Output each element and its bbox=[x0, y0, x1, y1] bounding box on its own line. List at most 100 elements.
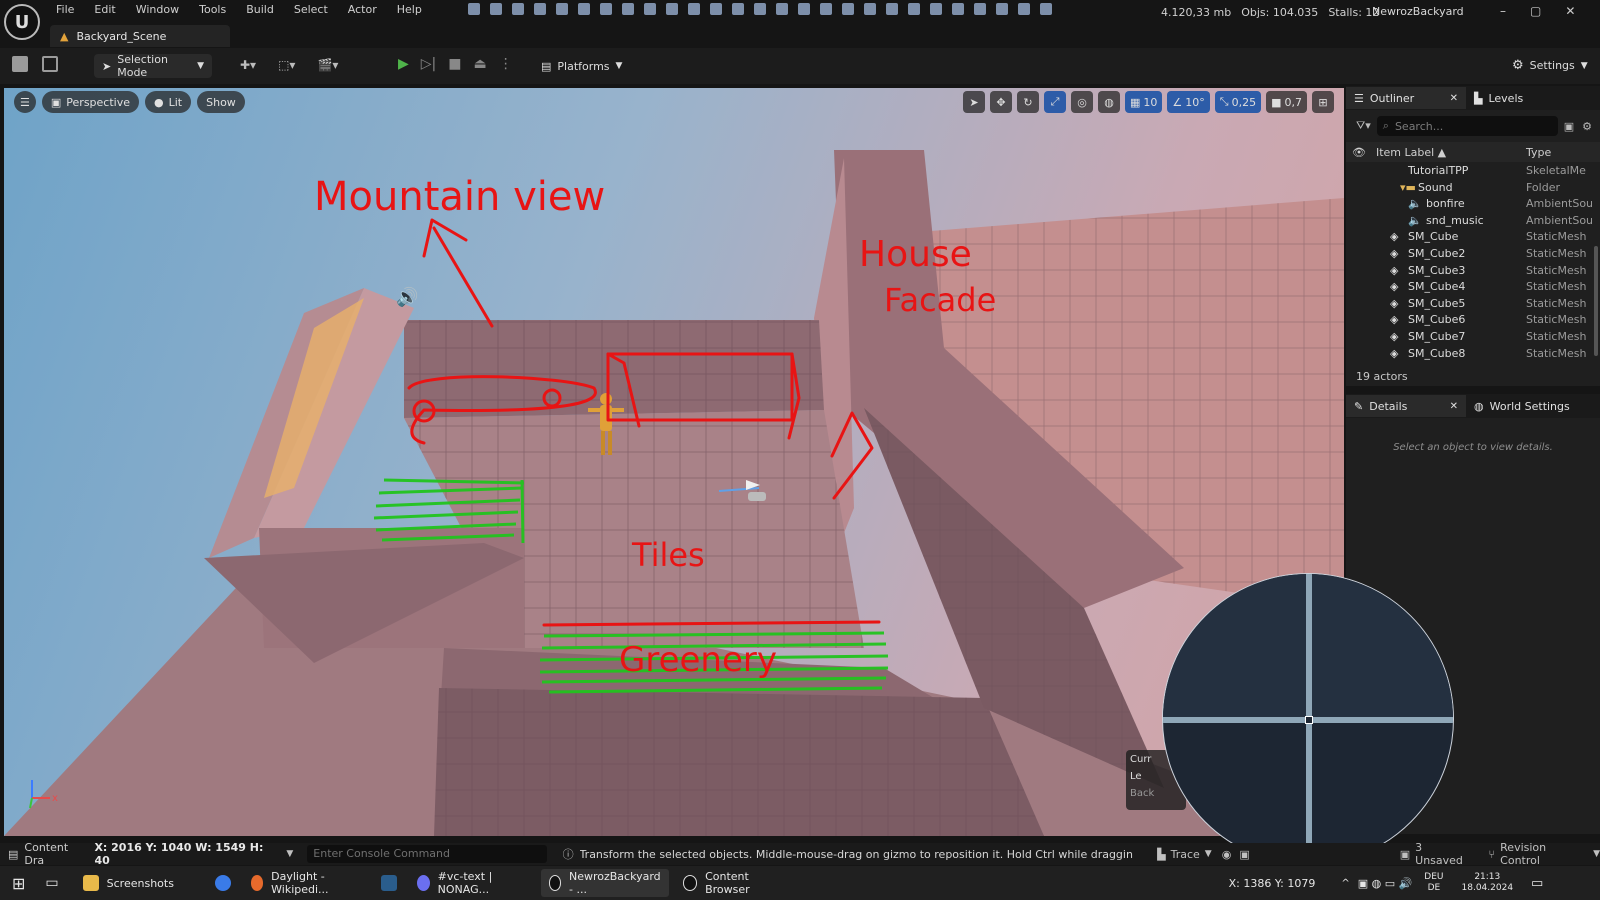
list-item[interactable]: ◈ SM_Cube5 StaticMesh bbox=[1346, 297, 1600, 314]
unreal-logo-icon[interactable]: U bbox=[4, 4, 40, 40]
label-icon[interactable] bbox=[710, 3, 722, 15]
menu-window[interactable]: Window bbox=[136, 3, 179, 16]
pen-icon[interactable] bbox=[600, 3, 612, 15]
list-item[interactable]: ◈ SM_Cube8 StaticMesh bbox=[1346, 347, 1600, 364]
save-icon[interactable] bbox=[12, 56, 28, 72]
layout-icon[interactable] bbox=[974, 3, 986, 15]
language-indicator[interactable]: DEU DE bbox=[1424, 872, 1443, 894]
outliner-tab[interactable]: ☰ Outliner ✕ bbox=[1346, 87, 1466, 109]
taskbar-item-unreal[interactable]: NewrozBackyard - ... bbox=[540, 869, 669, 897]
camera-icon[interactable]: ▣ bbox=[1239, 848, 1249, 861]
notification-icon[interactable]: ▭ bbox=[1531, 876, 1543, 891]
translate-tool-button[interactable]: ✥ bbox=[990, 91, 1012, 113]
blueprint-icon[interactable]: ⬚▾ bbox=[278, 58, 295, 72]
gear-icon[interactable]: ⚙ bbox=[1582, 120, 1592, 133]
minimize-button[interactable]: – bbox=[1500, 4, 1506, 18]
console-command-input[interactable]: Enter Console Command bbox=[307, 845, 547, 863]
highlighter-icon[interactable] bbox=[952, 3, 964, 15]
rotation-snap-button[interactable]: ∠ 10° bbox=[1167, 91, 1210, 113]
clock[interactable]: 21:13 18.04.2024 bbox=[1462, 872, 1514, 894]
list-item[interactable]: ◈ SM_Cube3 StaticMesh bbox=[1346, 264, 1600, 281]
person-icon[interactable] bbox=[864, 3, 876, 15]
play-button[interactable]: ▶ bbox=[398, 56, 409, 72]
magnifier-icon[interactable] bbox=[776, 3, 788, 15]
visibility-icon[interactable]: 👁 bbox=[1352, 146, 1366, 159]
cross-tools-icon[interactable] bbox=[996, 3, 1008, 15]
panel-icon[interactable] bbox=[1018, 3, 1030, 15]
browser-icon[interactable] bbox=[214, 875, 231, 891]
note-icon[interactable] bbox=[798, 3, 810, 15]
level-viewport[interactable]: Mountain view House Facade Tiles Greener… bbox=[4, 88, 1344, 836]
cinematics-icon[interactable]: 🎬▾ bbox=[317, 58, 338, 72]
col-item-label[interactable]: Item Label ▲ bbox=[1376, 146, 1446, 159]
stop-button[interactable]: ■ bbox=[448, 56, 461, 72]
more-options-icon[interactable]: ⋮ bbox=[499, 56, 513, 72]
monitor-icon[interactable] bbox=[732, 3, 744, 15]
chevron-down-icon[interactable]: ▼ bbox=[286, 849, 293, 859]
record-icon[interactable]: ◉ bbox=[1222, 848, 1232, 861]
selection-mode-button[interactable]: ➤ Selection Mode ▼ bbox=[94, 53, 212, 79]
grid-icon[interactable] bbox=[930, 3, 942, 15]
list-item[interactable]: ◈ SM_Cube6 StaticMesh bbox=[1346, 313, 1600, 330]
add-actor-icon[interactable]: ✚▾ bbox=[240, 58, 256, 72]
menu-build[interactable]: Build bbox=[246, 3, 274, 16]
list-item[interactable]: TutorialTPP SkeletalMe bbox=[1346, 164, 1600, 181]
lit-button[interactable]: ● Lit bbox=[145, 91, 192, 113]
list-item[interactable]: ◈ SM_Cube4 StaticMesh bbox=[1346, 280, 1600, 297]
perspective-button[interactable]: ▣ Perspective bbox=[41, 91, 139, 113]
step-button[interactable]: ▷| bbox=[421, 56, 436, 72]
close-icon[interactable]: ✕ bbox=[1450, 401, 1458, 412]
tray-icons[interactable]: ▣ ◍ ▭ 🔊 bbox=[1358, 877, 1413, 890]
levels-tab[interactable]: ▙ Levels bbox=[1466, 87, 1531, 109]
list-item[interactable]: 🔈 snd_music AmbientSou bbox=[1346, 214, 1600, 231]
landscape-icon[interactable] bbox=[512, 3, 524, 15]
outliner-scrollbar[interactable] bbox=[1594, 246, 1598, 356]
filter-icon[interactable]: ⛛▾ bbox=[1356, 119, 1371, 133]
platforms-button[interactable]: ▤ Platforms ▼ bbox=[533, 54, 623, 78]
trace-button[interactable]: ▙ Trace ▼ bbox=[1157, 848, 1212, 861]
content-drawer-button[interactable]: ▤ Content Dra bbox=[8, 841, 90, 867]
brush-icon[interactable] bbox=[622, 3, 634, 15]
eraser-icon[interactable] bbox=[886, 3, 898, 15]
tray-chevron-icon[interactable]: ^ bbox=[1341, 878, 1349, 889]
show-button[interactable]: Show bbox=[197, 91, 245, 113]
list-item[interactable]: ◈ SM_Cube2 StaticMesh bbox=[1346, 247, 1600, 264]
world-settings-tab[interactable]: ◍ World Settings bbox=[1466, 395, 1578, 417]
maximize-button[interactable]: ▢ bbox=[1530, 4, 1541, 18]
taskbar-item-content-browser[interactable]: Content Browser bbox=[675, 869, 795, 897]
spline-icon[interactable] bbox=[666, 3, 678, 15]
menu-file[interactable]: File bbox=[56, 3, 74, 16]
revision-control-button[interactable]: ⑂ Revision Control ▼ bbox=[1489, 841, 1600, 867]
volume-icon[interactable] bbox=[556, 3, 568, 15]
rotate-tool-button[interactable]: ↻ bbox=[1017, 91, 1039, 113]
scale-tool-button[interactable]: ⤢ bbox=[1044, 91, 1066, 113]
place-sphere-icon[interactable] bbox=[490, 3, 502, 15]
cursor-icon[interactable] bbox=[534, 3, 546, 15]
menu-select[interactable]: Select bbox=[294, 3, 328, 16]
task-view-icon[interactable]: ▭ bbox=[45, 875, 58, 891]
scale-snap-button[interactable]: ⤡ 0,25 bbox=[1214, 91, 1262, 113]
level-tab[interactable]: ▲ Backyard_Scene bbox=[50, 25, 230, 47]
world-local-button[interactable]: ◎ bbox=[1071, 91, 1093, 113]
outliner-search-input[interactable]: ⌕ Search... bbox=[1376, 116, 1558, 136]
pattern-icon[interactable] bbox=[908, 3, 920, 15]
gear-icon[interactable] bbox=[1040, 3, 1052, 15]
list-item[interactable]: ▾▬ Sound Folder bbox=[1346, 181, 1600, 198]
taskbar-item-screenshots[interactable]: Screenshots bbox=[75, 869, 207, 897]
steam-icon[interactable] bbox=[380, 875, 397, 891]
smiley-icon[interactable] bbox=[842, 3, 854, 15]
menu-tools[interactable]: Tools bbox=[199, 3, 226, 16]
settings-button[interactable]: ⚙ Settings ▼ bbox=[1512, 58, 1588, 73]
eject-button[interactable]: ⏏ bbox=[474, 56, 487, 72]
add-folder-icon[interactable]: ▣ bbox=[1564, 120, 1574, 133]
grid-snap-button[interactable]: ▦ 10 bbox=[1125, 91, 1163, 113]
camera-speed-button[interactable]: ■ 0,7 bbox=[1266, 91, 1307, 113]
viewport-menu-button[interactable]: ☰ bbox=[14, 91, 36, 113]
content-icon[interactable] bbox=[42, 56, 58, 72]
select-tool-button[interactable]: ➤ bbox=[963, 91, 985, 113]
place-box-icon[interactable] bbox=[468, 3, 480, 15]
taskbar-item-firefox[interactable]: Daylight - Wikipedi... bbox=[243, 869, 369, 897]
maximize-viewport-button[interactable]: ⊞ bbox=[1312, 91, 1334, 113]
close-icon[interactable]: ✕ bbox=[1450, 93, 1458, 104]
film-icon[interactable] bbox=[754, 3, 766, 15]
